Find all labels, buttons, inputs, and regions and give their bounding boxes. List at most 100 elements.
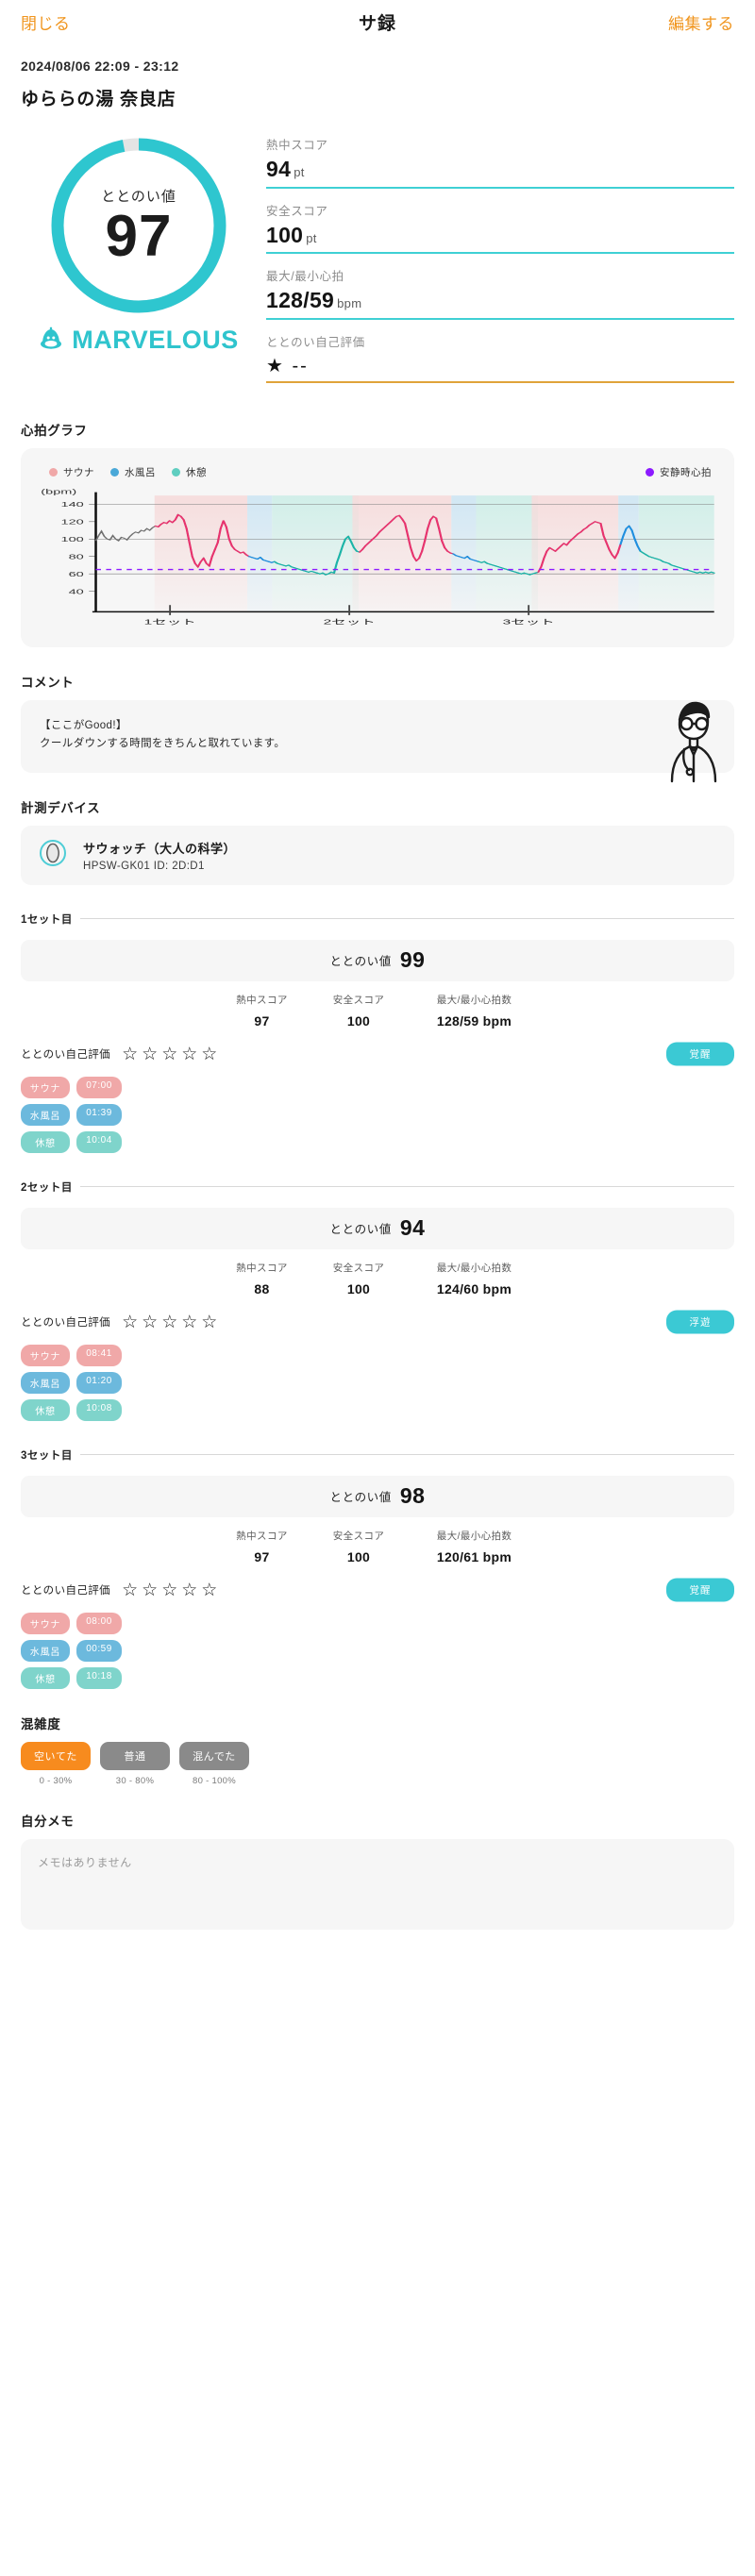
stat-value: 94 pt bbox=[266, 157, 734, 183]
set-metrics: 熱中スコア 97 安全スコア 100 最大/最小心拍数 128/59 bpm bbox=[21, 993, 734, 1029]
rank-label: MARVELOUS bbox=[72, 326, 239, 354]
device-detail: HPSW-GK01 ID: 2D:D1 bbox=[83, 860, 205, 872]
metric: 安全スコア 100 bbox=[314, 993, 404, 1029]
rating-label: ととのい自己評価 bbox=[21, 1317, 111, 1330]
set-score-label: ととのい値 bbox=[329, 1491, 392, 1505]
set-score-bar: ととのい値 99 bbox=[21, 939, 734, 981]
stat-row: 最大/最小心拍 128/59 bpm bbox=[266, 266, 734, 320]
star-icon[interactable]: ☆ bbox=[201, 1581, 217, 1599]
congestion-button-empty[interactable]: 空いてた bbox=[21, 1741, 91, 1770]
metric: 最大/最小心拍数 120/61 bpm bbox=[404, 1529, 545, 1564]
comment-line: 【ここがGood!】 bbox=[40, 719, 127, 731]
set-state-badge[interactable]: 覚醒 bbox=[666, 1042, 734, 1066]
summary-stats: 熱中スコア 94 pt 安全スコア 100 pt 最大/最小心拍 128/59 bpm… bbox=[257, 131, 734, 395]
set-heading-label: 2セット目 bbox=[21, 1181, 73, 1194]
memo-box[interactable]: メモはありません bbox=[21, 1838, 734, 1930]
star-icon[interactable]: ☆ bbox=[161, 1581, 177, 1599]
congestion-options: 空いてた 0 - 30% 普通 30 - 80% 混んでた 80 - 100% bbox=[21, 1741, 734, 1786]
metric-label: 熱中スコア bbox=[236, 1530, 288, 1542]
star-icon[interactable]: ☆ bbox=[122, 1581, 138, 1599]
star-icon[interactable]: ☆ bbox=[161, 1045, 177, 1063]
star-icon[interactable]: ☆ bbox=[122, 1045, 138, 1063]
star-icon[interactable]: ☆ bbox=[122, 1313, 138, 1331]
star-icon[interactable]: ☆ bbox=[161, 1313, 177, 1331]
star-icon[interactable]: ☆ bbox=[142, 1045, 158, 1063]
set-state-badge[interactable]: 浮遊 bbox=[666, 1310, 734, 1334]
rating-label: ととのい自己評価 bbox=[21, 1049, 111, 1062]
tag-duration: 08:00 bbox=[76, 1612, 122, 1634]
stat-number: 94 bbox=[266, 157, 292, 181]
legend-item-rest: 休憩 bbox=[172, 465, 207, 479]
metric: 熱中スコア 97 bbox=[210, 993, 314, 1029]
tag-row: 水風呂 01:39 bbox=[21, 1103, 734, 1126]
star-rating[interactable]: ☆ ☆ ☆ ☆ ☆ bbox=[122, 1313, 217, 1331]
star-icon[interactable]: ☆ bbox=[142, 1313, 158, 1331]
device-card[interactable]: サウォッチ（大人の科学） HPSW-GK01 ID: 2D:D1 bbox=[21, 825, 734, 885]
set-state-badge[interactable]: 覚醒 bbox=[666, 1578, 734, 1602]
svg-text:2セット: 2セット bbox=[324, 618, 376, 627]
congestion-range: 30 - 80% bbox=[115, 1775, 155, 1786]
svg-text:1セット: 1セット bbox=[144, 618, 196, 627]
venue-name: ゆららの湯 奈良店 bbox=[21, 90, 176, 109]
svg-text:120: 120 bbox=[61, 519, 84, 526]
star-icon[interactable]: ☆ bbox=[142, 1581, 158, 1599]
set-tags: サウナ 08:00 水風呂 00:59 休憩 10:18 bbox=[21, 1612, 734, 1689]
set-score-label: ととのい値 bbox=[329, 1223, 392, 1237]
congestion-button-normal[interactable]: 普通 bbox=[100, 1741, 170, 1770]
set-rating-row: ととのい自己評価 ☆ ☆ ☆ ☆ ☆ 浮遊 bbox=[21, 1310, 734, 1334]
metric-label: 最大/最小心拍数 bbox=[436, 1530, 512, 1542]
star-icon[interactable]: ☆ bbox=[181, 1045, 197, 1063]
tag-duration: 10:18 bbox=[76, 1666, 122, 1689]
stat-number: 128/59 bbox=[266, 288, 335, 313]
metric-value: 97 bbox=[254, 1012, 270, 1029]
star-icon[interactable]: ☆ bbox=[201, 1313, 217, 1331]
stat-unit: bpm bbox=[337, 296, 362, 311]
metric: 熱中スコア 88 bbox=[210, 1261, 314, 1296]
set-heading-label: 1セット目 bbox=[21, 913, 73, 926]
tag-duration: 10:08 bbox=[76, 1398, 122, 1421]
stat-value: 128/59 bpm bbox=[266, 288, 734, 314]
set-heading: 3セット目 bbox=[21, 1447, 734, 1463]
star-icon[interactable]: ☆ bbox=[181, 1581, 197, 1599]
metric-label: 安全スコア bbox=[332, 1262, 385, 1274]
stat-value: 100 pt bbox=[266, 223, 734, 249]
metric: 熱中スコア 97 bbox=[210, 1529, 314, 1564]
star-icon[interactable]: ☆ bbox=[201, 1045, 217, 1063]
star-rating[interactable]: ☆ ☆ ☆ ☆ ☆ bbox=[122, 1045, 217, 1063]
congestion-option: 空いてた 0 - 30% bbox=[21, 1741, 91, 1786]
edit-button[interactable]: 編集する bbox=[668, 10, 734, 34]
self-rating-value: ★ -- bbox=[266, 355, 309, 376]
comment-line: クールダウンする時間をきちんと取れています。 bbox=[40, 738, 286, 750]
legend-label: 水風呂 bbox=[125, 466, 156, 478]
comment-section-title: コメント bbox=[21, 675, 75, 690]
congestion-option: 混んでた 80 - 100% bbox=[179, 1741, 249, 1786]
legend-label: 安静時心拍 bbox=[660, 466, 712, 478]
stat-label: ととのい自己評価 bbox=[266, 335, 365, 349]
star-rating[interactable]: ☆ ☆ ☆ ☆ ☆ bbox=[122, 1581, 217, 1599]
divider bbox=[79, 1186, 734, 1188]
legend-item-resting-hr: 安静時心拍 bbox=[646, 465, 712, 479]
legend-dot-sauna bbox=[49, 467, 58, 477]
star-icon[interactable]: ☆ bbox=[181, 1313, 197, 1331]
congestion-section-title: 混雑度 bbox=[21, 1716, 61, 1731]
gauge-column: ととのい値 97 MARVELOUS bbox=[21, 131, 257, 355]
gauge-caption: ととのい値 bbox=[101, 188, 176, 205]
metric-value: 97 bbox=[254, 1548, 270, 1564]
tag-duration: 01:20 bbox=[76, 1371, 122, 1394]
tag-phase: 休憩 bbox=[21, 1666, 70, 1689]
metric-label: 熱中スコア bbox=[236, 1262, 288, 1274]
metric: 最大/最小心拍数 124/60 bpm bbox=[404, 1261, 545, 1296]
metric-value: 124/60 bpm bbox=[436, 1280, 512, 1296]
stat-label: 熱中スコア bbox=[266, 139, 328, 152]
stat-label: 最大/最小心拍 bbox=[266, 270, 344, 284]
congestion-button-crowded[interactable]: 混んでた bbox=[179, 1741, 249, 1770]
totonoi-gauge: ととのい値 97 bbox=[44, 131, 233, 320]
metric-value: 100 bbox=[346, 1012, 371, 1029]
tag-row: 水風呂 00:59 bbox=[21, 1639, 734, 1662]
tag-row: 休憩 10:18 bbox=[21, 1666, 734, 1689]
close-button[interactable]: 閉じる bbox=[21, 10, 71, 34]
watch-icon bbox=[38, 838, 68, 873]
legend-label: 休憩 bbox=[186, 466, 207, 478]
metric-label: 安全スコア bbox=[332, 1530, 385, 1542]
legend-item-sauna: サウナ bbox=[49, 465, 94, 479]
